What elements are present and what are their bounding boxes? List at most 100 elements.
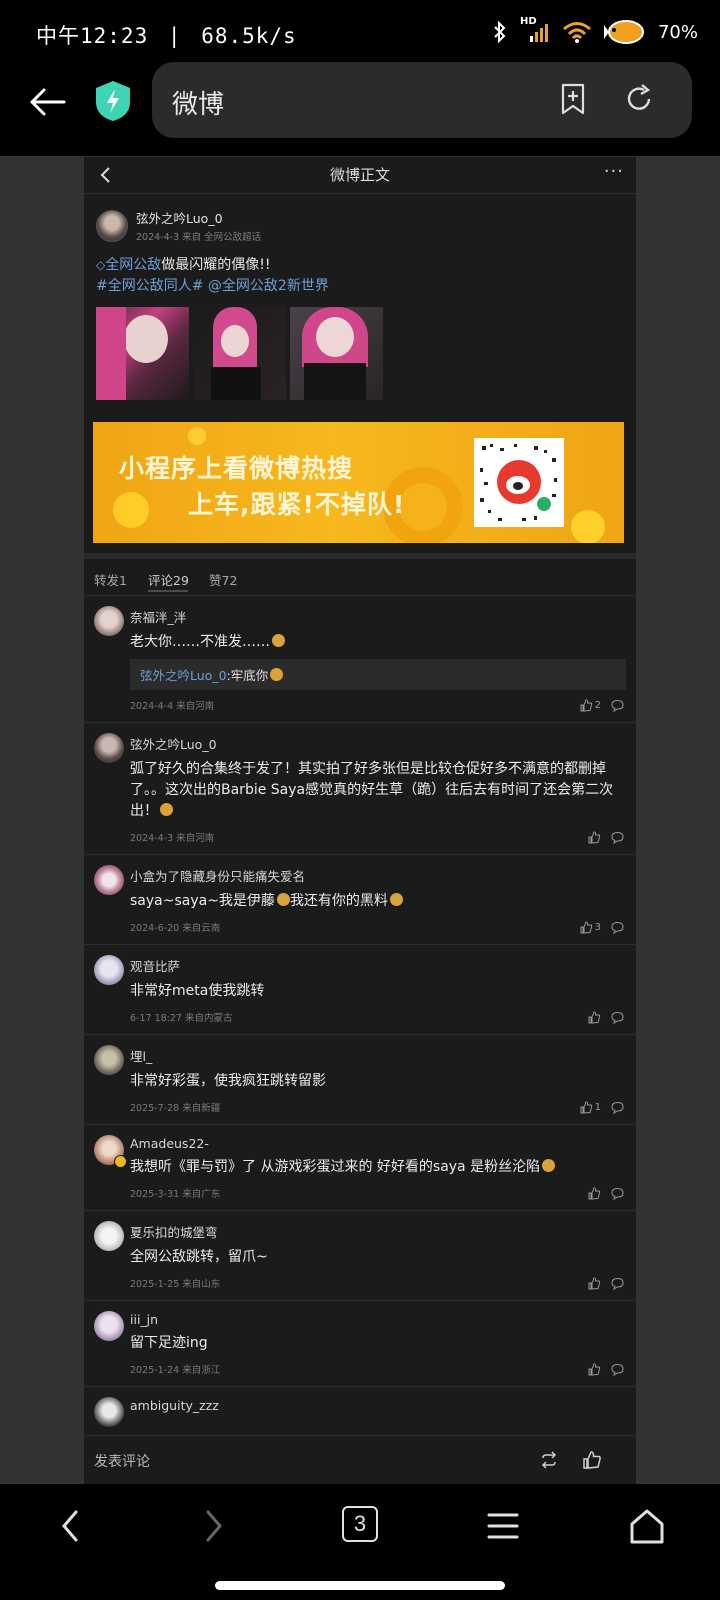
diamond-icon: ◇ (96, 258, 106, 272)
emoji-icon (272, 634, 285, 647)
weibo-page: 微博正文 ··· 弦外之吟Luo_0 2024-4-3 来自 全网公敌超话 ◇全… (84, 157, 636, 1484)
like-icon[interactable] (588, 831, 601, 844)
browser-back-icon[interactable] (24, 78, 72, 126)
reply-icon[interactable] (611, 1363, 624, 1376)
like-count: 2 (594, 700, 601, 711)
post-author-name[interactable]: 弦外之吟Luo_0 (136, 208, 261, 227)
topic-link[interactable]: #全网公敌同人# (96, 278, 203, 294)
like-icon[interactable] (580, 1101, 593, 1114)
post: 弦外之吟Luo_0 2024-4-3 来自 全网公敌超话 ◇全网公敌做最闪耀的偶… (84, 194, 636, 553)
comment-text: 非常好meta使我跳转 (130, 983, 265, 999)
reply-icon[interactable] (611, 921, 624, 934)
banner-line-1: 小程序上看微博热搜 (119, 454, 354, 483)
comment-author[interactable]: 奈福泮_泮 (130, 607, 626, 626)
comment-text: 老大你……不准发…… (130, 632, 626, 653)
comment-meta: 2025-1-25 来自山东 (130, 1279, 221, 1290)
reply-icon[interactable] (611, 831, 624, 844)
nav-forward-icon[interactable] (200, 1508, 228, 1544)
comment-text: saya~saya~我是伊藤 我还有你的黑料 (130, 891, 626, 912)
comment-author[interactable]: 埋l_ (130, 1046, 626, 1065)
avatar[interactable] (96, 209, 128, 242)
post-image-1[interactable] (96, 307, 189, 400)
comment-reply[interactable]: 弦外之吟Luo_0:牢底你 (130, 659, 626, 690)
address-bar[interactable]: 微博 (152, 62, 692, 138)
tab-likes[interactable]: 赞72 (209, 570, 237, 589)
comment-tabs: 转发1 评论29 赞72 (84, 559, 636, 596)
avatar[interactable] (94, 865, 124, 895)
tab-comments[interactable]: 评论29 (148, 570, 189, 589)
super-topic-link[interactable]: 全网公敌 (105, 257, 161, 273)
qr-code-icon[interactable] (474, 438, 564, 527)
reply-icon[interactable] (611, 1187, 624, 1200)
comment-meta: 2025-1-24 来自浙江 (130, 1365, 221, 1376)
comment-item: 观音比萨 非常好meta使我跳转 6-17 18:27 来自内蒙古 (84, 945, 636, 1035)
home-icon[interactable] (628, 1508, 666, 1546)
avatar[interactable] (94, 1397, 124, 1427)
avatar[interactable] (94, 1045, 124, 1075)
repost-icon[interactable] (539, 1450, 559, 1470)
comment-item: Amadeus22- 我想听《罪与罚》了 从游戏彩蛋过来的 好好看的saya 是… (84, 1125, 636, 1211)
post-source: 来自 全网公敌超话 (182, 232, 262, 243)
comment-item: ambiguity_zzz (84, 1387, 636, 1427)
post-image-2[interactable] (193, 307, 286, 400)
comment-text: 我想听《罪与罚》了 从游戏彩蛋过来的 好好看的saya 是粉丝沦陷 (130, 1157, 626, 1178)
like-count: 1 (594, 1102, 601, 1113)
avatar[interactable] (94, 733, 124, 763)
like-count: 3 (594, 922, 601, 933)
comment-author[interactable]: 夏乐扣的城堡弯 (130, 1222, 626, 1241)
like-icon[interactable] (580, 921, 593, 934)
bluetooth-icon (494, 20, 506, 44)
more-icon[interactable]: ··· (604, 161, 624, 182)
comment-author[interactable]: 观音比萨 (130, 956, 626, 975)
comment-author[interactable]: ambiguity_zzz (130, 1398, 626, 1413)
comment-author[interactable]: Amadeus22- (130, 1136, 626, 1151)
avatar[interactable] (94, 955, 124, 985)
like-icon[interactable] (588, 1187, 601, 1200)
emoji-icon (160, 803, 173, 816)
like-icon[interactable] (580, 699, 593, 712)
comment-author[interactable]: 弦外之吟Luo_0 (130, 734, 626, 753)
like-icon[interactable] (588, 1011, 601, 1024)
reply-author[interactable]: 弦外之吟Luo_0 (140, 668, 227, 683)
tab-reposts[interactable]: 转发1 (94, 570, 127, 589)
like-icon[interactable] (588, 1363, 601, 1376)
emoji-icon (542, 1159, 556, 1172)
comment-input[interactable]: 发表评论 (94, 1451, 150, 1471)
emoji-icon (276, 893, 290, 906)
avatar[interactable] (94, 1221, 124, 1251)
comment-meta: 2024-4-3 来自河南 (130, 833, 215, 844)
like-icon[interactable] (582, 1450, 602, 1470)
comment-item: 小盒为了隐藏身份只能痛失爱名 saya~saya~我是伊藤 我还有你的黑料 202… (84, 855, 636, 945)
emoji-icon (389, 893, 403, 906)
comment-text: 非常好彩蛋，使我疯狂跳转留影 (130, 1073, 326, 1089)
comment-author[interactable]: 小盒为了隐藏身份只能痛失爱名 (130, 866, 626, 885)
comment-item: iii_jn 留下足迹ing 2025-1-24 来自浙江 (84, 1301, 636, 1387)
network-speed: 68.5k/s (201, 24, 297, 48)
comment-text: 全网公敌跳转，留爪~ (130, 1249, 268, 1265)
add-bookmark-icon[interactable] (556, 82, 590, 116)
like-icon[interactable] (588, 1277, 601, 1290)
mention-link[interactable]: @全网公敌2新世界 (208, 278, 329, 294)
reply-icon[interactable] (611, 1011, 624, 1024)
reply-text: :牢底你 (226, 668, 269, 683)
reply-icon[interactable] (611, 1101, 624, 1114)
menu-icon[interactable] (486, 1508, 520, 1544)
tab-switcher-button[interactable]: 3 (342, 1506, 378, 1542)
nav-back-icon[interactable] (56, 1508, 84, 1544)
security-shield-icon[interactable] (94, 80, 132, 122)
post-image-3[interactable] (290, 307, 383, 400)
url-text[interactable]: 微博 (172, 84, 224, 121)
reply-icon[interactable] (611, 1277, 624, 1290)
comment-item: 夏乐扣的城堡弯 全网公敌跳转，留爪~ 2025-1-25 来自山东 (84, 1211, 636, 1301)
avatar[interactable] (94, 1311, 124, 1341)
avatar[interactable] (94, 606, 124, 636)
gesture-home-bar[interactable] (215, 1581, 505, 1590)
comment-text: 留下足迹ing (130, 1335, 208, 1351)
comment-author[interactable]: iii_jn (130, 1312, 626, 1327)
post-text: ◇全网公敌做最闪耀的偶像!! #全网公敌同人# @全网公敌2新世界 (96, 255, 624, 297)
miniprogram-banner[interactable]: 小程序上看微博热搜 上车,跟紧!不掉队! (93, 422, 624, 543)
battery-fish-icon (603, 20, 644, 44)
post-text-rest: 做最闪耀的偶像!! (161, 257, 271, 273)
refresh-icon[interactable] (622, 82, 656, 116)
reply-icon[interactable] (611, 699, 624, 712)
